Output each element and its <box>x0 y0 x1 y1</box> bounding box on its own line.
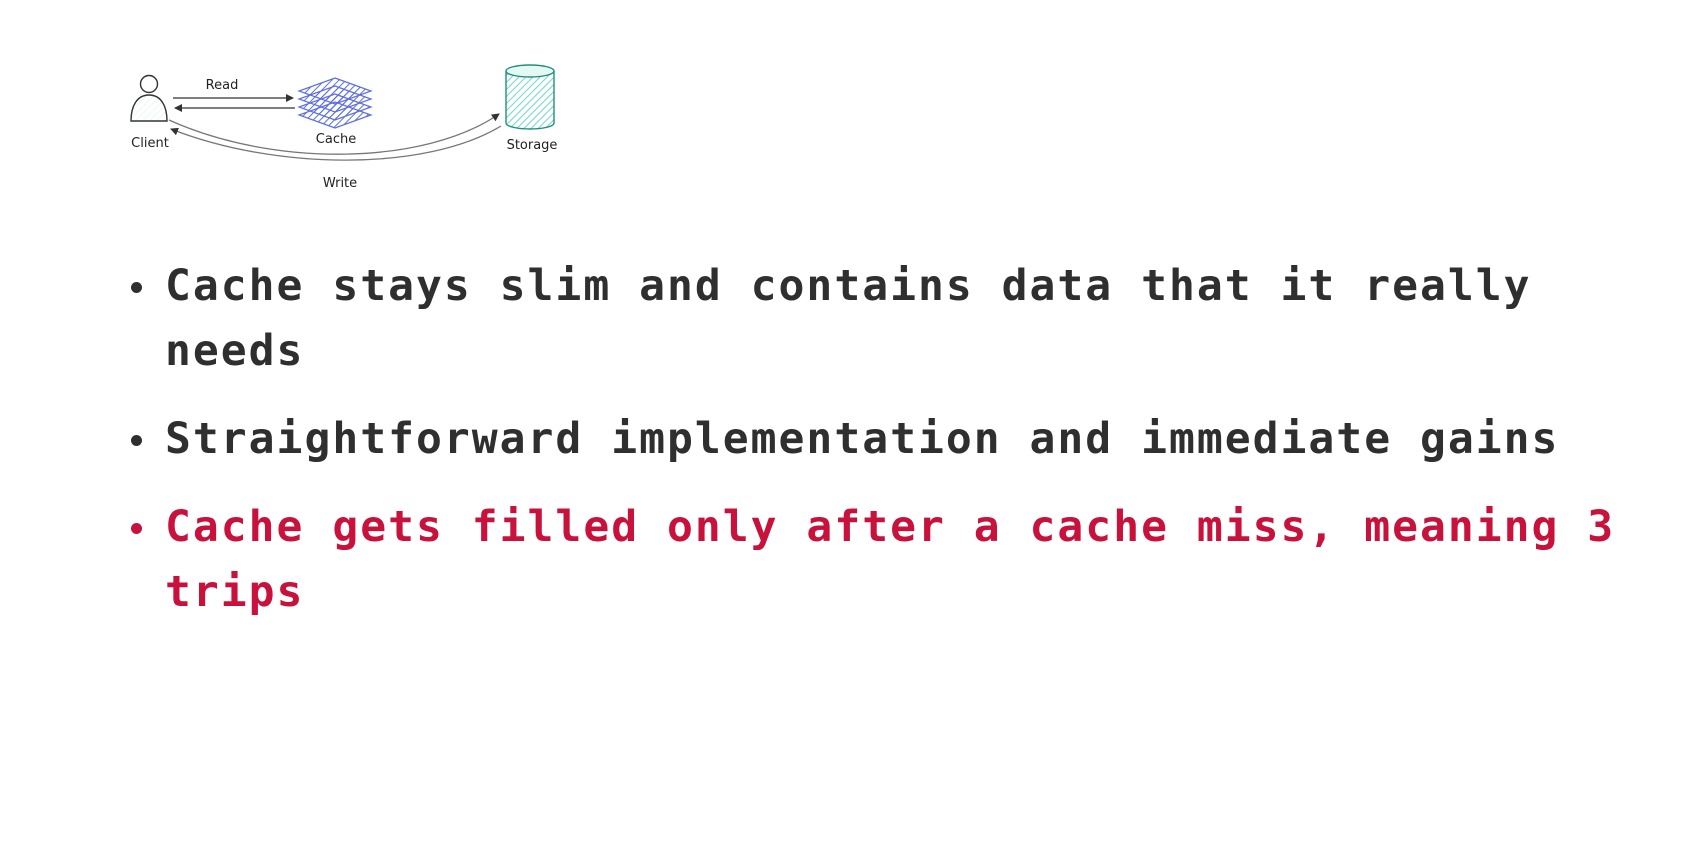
client-node: Client <box>130 74 169 151</box>
bullet-item-slim-cache: Cache stays slim and contains data that … <box>128 254 1658 384</box>
bullet-item-implementation: Straightforward implementation and immed… <box>128 407 1658 472</box>
person-icon <box>130 74 168 122</box>
storage-label: Storage <box>507 138 558 153</box>
bullet-dot <box>131 435 142 446</box>
cache-node: Cache <box>297 77 373 147</box>
bullet-text: Cache gets filled only after a cache mis… <box>165 502 1616 617</box>
cache-label: Cache <box>316 132 356 147</box>
database-icon <box>505 64 555 130</box>
read-label: Read <box>206 78 239 93</box>
bullet-dot <box>131 523 142 534</box>
bullet-text: Straightforward implementation and immed… <box>165 414 1560 464</box>
write-label: Write <box>323 176 357 191</box>
storage-node: Storage <box>505 64 558 153</box>
read-edge: Read <box>173 78 295 112</box>
client-label: Client <box>131 136 169 151</box>
cache-aside-diagram: Client Cache Storage Read Write <box>130 64 558 191</box>
layers-icon <box>297 77 373 129</box>
bullet-list: Cache stays slim and contains data that … <box>128 254 1658 648</box>
bullet-item-cache-miss: Cache gets filled only after a cache mis… <box>128 495 1658 625</box>
bullet-text: Cache stays slim and contains data that … <box>165 261 1532 376</box>
bullet-dot <box>131 282 142 293</box>
